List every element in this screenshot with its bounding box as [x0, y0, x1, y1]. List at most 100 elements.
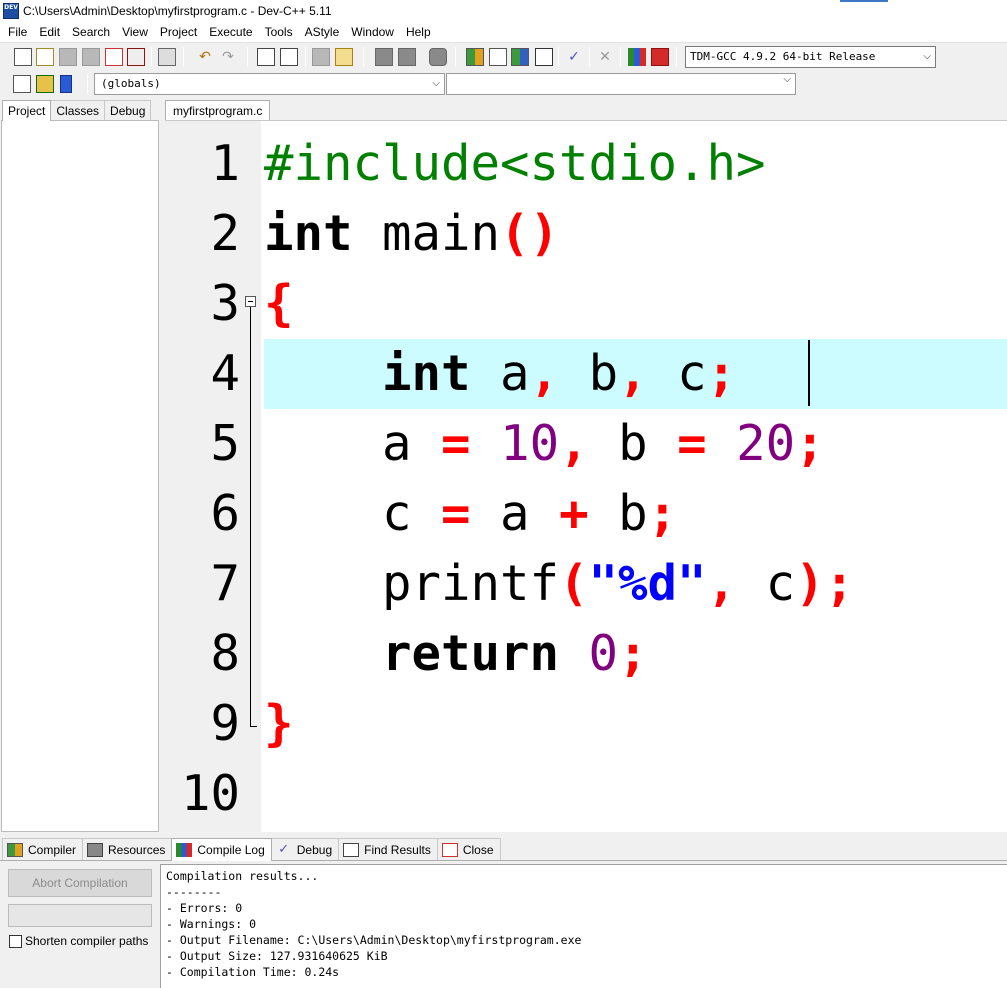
symbol-token: , — [706, 555, 737, 612]
line-number: 7 — [210, 555, 240, 612]
tab-find-results[interactable]: Find Results — [338, 838, 438, 860]
log-line: - Output Size: 127.931640625 KiB — [166, 949, 388, 963]
menu-astyle[interactable]: AStyle — [299, 22, 346, 42]
symbol-token: ; — [824, 555, 855, 612]
chevron-down-icon: ⌵ — [783, 74, 791, 85]
stop-execution-icon[interactable]: ✕ — [596, 48, 614, 66]
open-file-icon[interactable] — [36, 48, 54, 66]
menu-tools[interactable]: Tools — [259, 22, 299, 42]
next-page-icon[interactable] — [398, 48, 416, 66]
tab-project[interactable]: Project — [2, 100, 52, 121]
tab-debug[interactable]: Debug — [104, 100, 152, 120]
insert-icon[interactable] — [13, 75, 31, 93]
shorten-paths-label: Shorten compiler paths — [25, 934, 149, 948]
symbol-token: , — [559, 415, 589, 472]
compile-run-icon[interactable] — [511, 48, 529, 66]
scope-select[interactable]: (globals) ⌵ — [94, 73, 445, 95]
new-file-icon[interactable] — [14, 48, 32, 66]
symbol-token: , — [618, 345, 648, 402]
compiler-select[interactable]: TDM-GCC 4.9.2 64-bit Release ⌵ — [685, 46, 936, 68]
menu-project[interactable]: Project — [154, 22, 203, 42]
run-icon[interactable] — [489, 48, 507, 66]
goto-bookmark-icon[interactable] — [60, 75, 72, 93]
close-all-icon[interactable] — [127, 48, 145, 66]
tab-close[interactable]: Close — [436, 838, 501, 860]
tab-classes[interactable]: Classes — [50, 100, 106, 120]
number-token: 10 — [500, 415, 560, 472]
project-browser[interactable] — [1, 120, 159, 832]
function-select[interactable]: ⌵ — [446, 73, 796, 95]
code-text: printf("%d", c); — [264, 549, 854, 619]
line-number: 2 — [210, 205, 240, 262]
toggle-bookmark-icon[interactable] — [36, 75, 54, 93]
compile-icon[interactable] — [466, 48, 484, 66]
tab-label: Compiler — [28, 842, 77, 857]
print-icon[interactable] — [158, 48, 176, 66]
tab-resources[interactable]: Resources — [82, 838, 173, 860]
symbol-token: ; — [795, 415, 825, 472]
identifier-token: a — [470, 485, 560, 542]
replace-icon[interactable] — [280, 48, 298, 66]
chevron-down-icon: ⌵ — [923, 51, 931, 62]
menu-help[interactable]: Help — [400, 22, 437, 42]
shorten-paths-checkbox[interactable] — [9, 934, 22, 948]
identifier-token: main — [352, 205, 501, 262]
close-file-icon[interactable] — [105, 48, 123, 66]
tab-label: Resources — [108, 842, 166, 857]
code-text: } — [264, 689, 294, 759]
shorten-paths-option[interactable]: Shorten compiler paths — [9, 934, 148, 948]
line-number: 10 — [180, 765, 240, 822]
left-panel-tabs: Project Classes Debug — [2, 100, 152, 121]
rebuild-all-icon[interactable] — [535, 48, 553, 66]
menu-window[interactable]: Window — [345, 22, 400, 42]
goto-line-icon[interactable] — [312, 48, 330, 66]
code-line-8: 8 return 0; — [165, 619, 1007, 689]
abort-compilation-button[interactable]: Abort Compilation — [8, 869, 152, 897]
scope-select-value: (globals) — [101, 77, 161, 90]
tab-compile-log[interactable]: Compile Log — [171, 838, 272, 861]
syntax-check-icon[interactable]: ✓ — [565, 48, 583, 66]
prev-page-icon[interactable] — [375, 48, 393, 66]
undo-icon[interactable]: ↶ — [196, 48, 214, 66]
menu-search[interactable]: Search — [66, 22, 116, 42]
goto-function-icon[interactable] — [335, 48, 353, 66]
code-editor[interactable]: 1 #include<stdio.h> 2 int main() 3 { 4 i… — [165, 120, 1007, 832]
bottom-panel-tabs: Compiler Resources Compile Log ✓ Debug F… — [2, 838, 501, 861]
tab-label: Find Results — [364, 842, 431, 857]
symbol-token: = — [441, 415, 471, 472]
menu-edit[interactable]: Edit — [33, 22, 66, 42]
toolbar-separator — [455, 47, 456, 67]
symbol-token: = — [441, 485, 471, 542]
delete-profile-icon[interactable] — [651, 48, 669, 66]
menu-execute[interactable]: Execute — [203, 22, 258, 42]
bookmark-icon[interactable] — [429, 48, 447, 66]
log-line: - Output Filename: C:\Users\Admin\Deskto… — [166, 933, 582, 947]
tab-debug-bottom[interactable]: ✓ Debug — [270, 838, 340, 860]
redo-icon[interactable]: ↷ — [219, 48, 237, 66]
profile-icon[interactable] — [628, 48, 646, 66]
identifier-token: a — [470, 345, 530, 402]
log-line: - Errors: 0 — [166, 901, 243, 915]
devcpp-app-icon[interactable]: DEV — [3, 3, 19, 19]
menu-file[interactable]: File — [2, 22, 33, 42]
editor-tabs: myfirstprogram.c — [165, 100, 271, 121]
save-icon[interactable] — [59, 48, 77, 66]
identifier-token: c — [736, 555, 796, 612]
compile-log-output[interactable]: Compilation results... -------- - Errors… — [160, 864, 1007, 988]
tab-compiler[interactable]: Compiler — [2, 838, 84, 860]
identifier-token: c — [647, 345, 707, 402]
compiler-select-value: TDM-GCC 4.9.2 64-bit Release — [690, 50, 876, 63]
fold-collapse-icon[interactable] — [245, 296, 256, 307]
editor-tab-myfirstprogram[interactable]: myfirstprogram.c — [165, 100, 271, 121]
menu-view[interactable]: View — [116, 22, 154, 42]
save-all-icon[interactable] — [82, 48, 100, 66]
fold-guide-end — [250, 726, 257, 727]
find-icon[interactable] — [257, 48, 275, 66]
compile-log-panel: Abort Compilation Shorten compiler paths… — [0, 860, 1007, 988]
identifier-token: b — [588, 415, 678, 472]
fold-guide-line — [250, 307, 251, 726]
